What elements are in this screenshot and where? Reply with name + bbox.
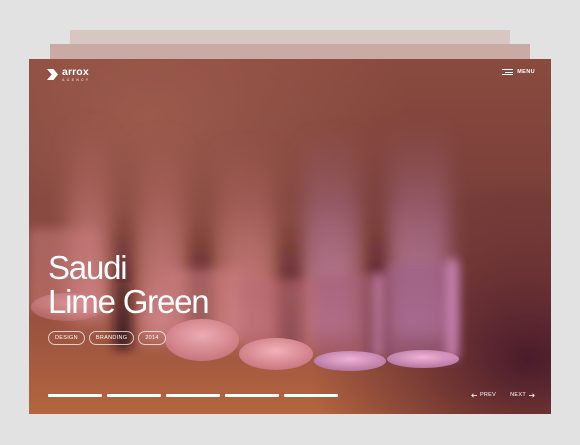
tag-branding[interactable]: BRANDING [88, 331, 135, 345]
menu-label: MENU [517, 69, 535, 75]
next-label: NEXT [510, 392, 526, 398]
prev-button[interactable]: PREV [471, 392, 496, 398]
slide-navigation: PREV NEXT [471, 392, 535, 398]
brand-logo[interactable]: arrox AGENCY [47, 67, 90, 82]
next-button[interactable]: NEXT [510, 392, 535, 398]
prev-label: PREV [479, 392, 497, 398]
project-tags: DESIGN BRANDING 2014 [48, 331, 166, 345]
arrow-right-icon [529, 393, 535, 397]
slide-indicator-2[interactable] [107, 394, 161, 397]
slide-indicator-1[interactable] [48, 394, 102, 397]
hero-title-line-1: Saudi [48, 249, 128, 286]
hero-slide: arrox AGENCY MENU Saudi Lime Green DESIG… [29, 59, 551, 414]
brand-name: arrox [62, 66, 89, 78]
arrox-logo-icon [47, 69, 58, 81]
slide-indicator-3[interactable] [166, 394, 220, 397]
slide-indicator-5[interactable] [284, 394, 338, 397]
menu-button[interactable]: MENU [502, 69, 535, 75]
arrow-left-icon [471, 393, 477, 397]
tag-year[interactable]: 2014 [138, 331, 166, 345]
slide-indicator-4[interactable] [225, 394, 279, 397]
slide-progress [48, 394, 338, 397]
hero-3d-artwork [29, 119, 459, 371]
hamburger-icon [502, 69, 514, 75]
tag-design[interactable]: DESIGN [48, 331, 85, 345]
hero-title: Saudi Lime Green [48, 249, 210, 320]
brand-subtitle: AGENCY [62, 77, 91, 82]
hero-title-line-2: Lime Green [48, 283, 210, 320]
